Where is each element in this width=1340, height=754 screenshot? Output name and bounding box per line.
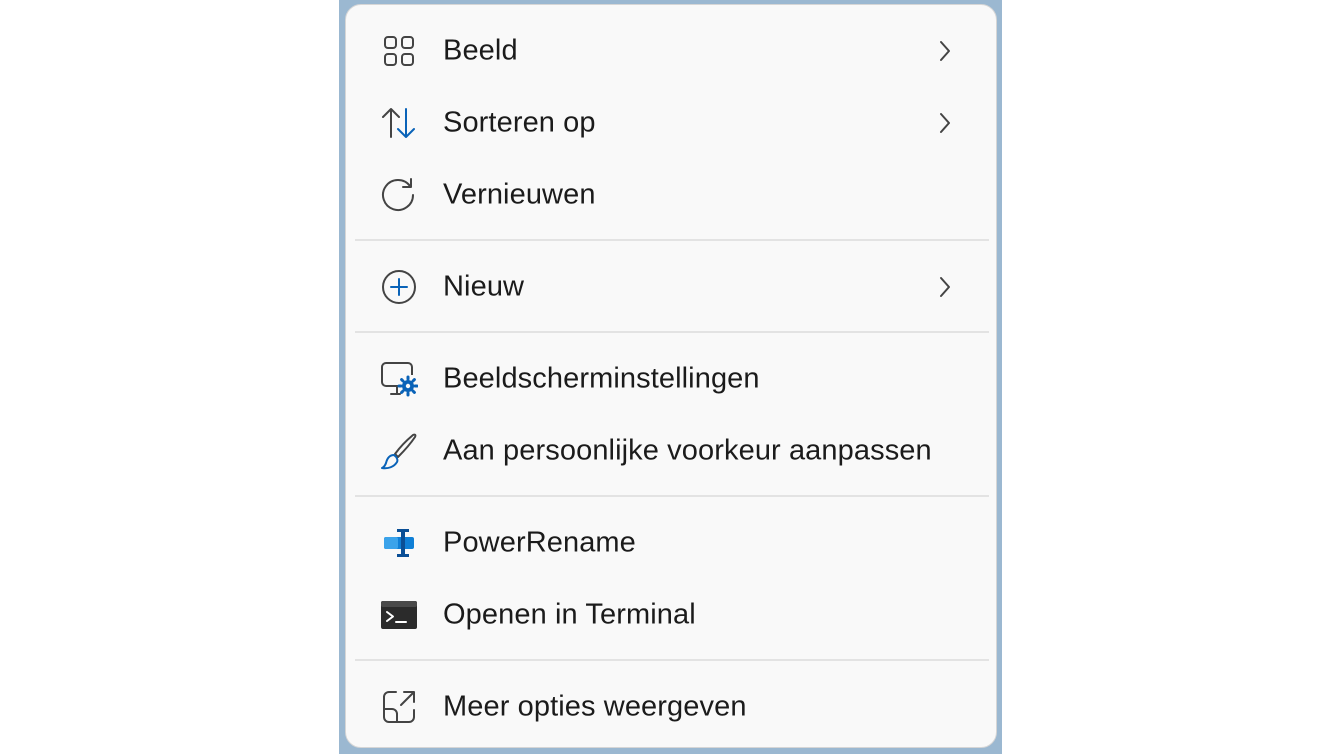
menu-item-label: Meer opties weergeven [443,690,747,723]
menu-item-show-more-options[interactable]: Meer opties weergeven [346,671,996,743]
menu-item-label: Aan persoonlijke voorkeur aanpassen [443,434,932,467]
menu-item-label: Sorteren op [443,106,596,139]
menu-item-label: Openen in Terminal [443,598,696,631]
refresh-icon [380,176,418,214]
menu-item-display-settings[interactable]: Beeldscherminstellingen [346,343,996,415]
powerrename-icon [380,524,418,562]
add-circle-icon [380,268,418,306]
menu-item-label: Beeldscherminstellingen [443,362,760,395]
chevron-right-icon [938,276,952,298]
menu-separator [355,495,989,497]
view-grid-icon [380,32,418,70]
menu-separator [355,659,989,661]
menu-item-label: Beeld [443,34,518,67]
chevron-right-icon [938,40,952,62]
menu-item-personalize[interactable]: Aan persoonlijke voorkeur aanpassen [346,415,996,487]
menu-separator [355,331,989,333]
menu-item-label: Nieuw [443,270,525,303]
desktop-context-menu: Beeld Sorteren op Vernieuwen Nieuw Beeld… [345,4,997,748]
paintbrush-icon [380,432,418,470]
menu-item-open-terminal[interactable]: Openen in Terminal [346,579,996,651]
menu-item-sort-by[interactable]: Sorteren op [346,87,996,159]
menu-separator [355,239,989,241]
menu-item-powerrename[interactable]: PowerRename [346,507,996,579]
menu-item-view[interactable]: Beeld [346,15,996,87]
sort-arrows-icon [380,104,418,142]
open-external-icon [380,688,418,726]
menu-item-label: PowerRename [443,526,636,559]
menu-item-refresh[interactable]: Vernieuwen [346,159,996,231]
terminal-icon [380,596,418,634]
menu-item-label: Vernieuwen [443,178,596,211]
chevron-right-icon [938,112,952,134]
display-settings-icon [380,360,418,398]
menu-item-new[interactable]: Nieuw [346,251,996,323]
